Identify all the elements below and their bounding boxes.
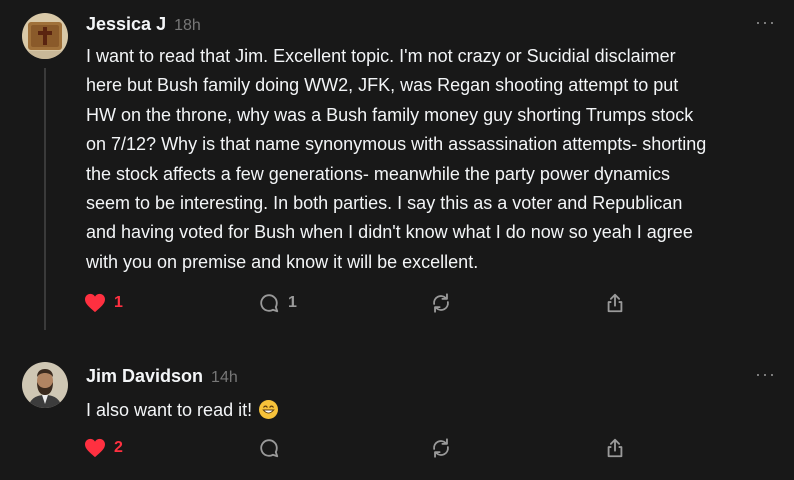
thread-line <box>44 68 46 330</box>
timestamp: 18h <box>174 17 201 34</box>
repost-icon <box>433 293 449 313</box>
heart-icon <box>85 438 105 458</box>
timestamp: 14h <box>211 369 238 386</box>
author-name[interactable]: Jessica J 18h <box>86 14 201 35</box>
reply-button[interactable]: 1 <box>258 288 297 318</box>
bearded-man-avatar-icon <box>22 362 68 408</box>
comment-line: and having voted for Bush when I didn't … <box>86 222 693 243</box>
repost-button[interactable] <box>430 288 452 318</box>
reply-bubble-icon <box>260 439 279 458</box>
comment-line: seem to be interesting. In both parties.… <box>86 193 683 214</box>
share-button[interactable] <box>604 433 626 463</box>
author-label[interactable]: Jim Davidson <box>86 366 203 386</box>
comment-line: here but Bush family doing WW2, JFK, was… <box>86 75 679 96</box>
reply-count: 1 <box>288 294 297 311</box>
cross-plaque-avatar-icon <box>22 13 68 59</box>
comment-jessica: Jessica J 18h ··· I want to read that Jim… <box>0 0 794 340</box>
share-icon <box>607 438 623 458</box>
action-bar: 1 1 <box>84 288 644 318</box>
grinning-face-emoji-icon <box>259 400 279 419</box>
like-count: 1 <box>114 294 123 311</box>
reply-button[interactable] <box>258 433 280 463</box>
share-button[interactable] <box>604 288 626 318</box>
comment-line: the stock affects a few generations- mea… <box>86 163 670 184</box>
like-button[interactable]: 2 <box>84 433 123 463</box>
avatar[interactable] <box>22 13 68 59</box>
repost-icon <box>433 438 449 458</box>
comment-line: on 7/12? Why is that name synonymous wit… <box>86 134 707 155</box>
comment-line: I also want to read it! <box>86 400 253 420</box>
more-options-icon[interactable]: ··· <box>755 12 776 33</box>
comment-body: I also want to read it! <box>86 396 776 425</box>
action-bar: 2 <box>84 433 644 463</box>
heart-icon <box>85 293 105 313</box>
share-icon <box>607 293 623 313</box>
author-name[interactable]: Jim Davidson 14h <box>86 366 238 387</box>
like-button[interactable]: 1 <box>84 288 123 318</box>
comment-line: HW on the throne, why was a Bush family … <box>86 104 694 125</box>
more-options-icon[interactable]: ··· <box>755 364 776 385</box>
comment-jim: Jim Davidson 14h ··· I also want to read … <box>0 340 794 480</box>
like-count: 2 <box>114 439 123 456</box>
avatar[interactable] <box>22 362 68 408</box>
comment-line: with you on premise and know it will be … <box>86 251 479 272</box>
author-label[interactable]: Jessica J <box>86 14 166 34</box>
comment-line: I want to read that Jim. Excellent topic… <box>86 46 676 66</box>
repost-button[interactable] <box>430 433 452 463</box>
reply-bubble-icon <box>260 294 279 313</box>
comment-body: I want to read that Jim. Excellent topic… <box>86 42 776 277</box>
